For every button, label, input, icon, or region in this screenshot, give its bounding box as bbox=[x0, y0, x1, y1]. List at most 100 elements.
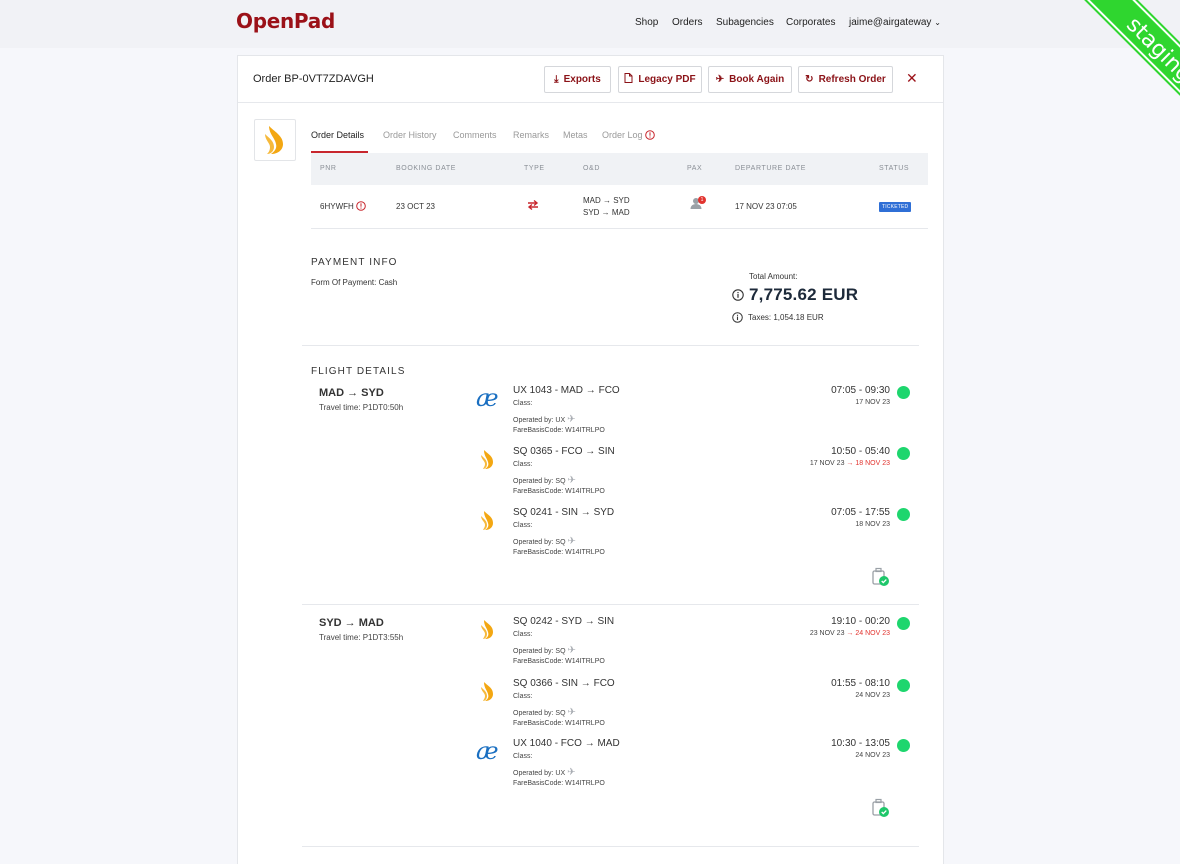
table-row[interactable]: 6HYWFH 23 OCT 23 MAD → SYD SYD → MAD 1 1… bbox=[311, 185, 928, 229]
operated-by-text: Operated by: UX bbox=[513, 417, 566, 424]
info-icon bbox=[732, 289, 744, 301]
flight-date-start: 23 NOV 23 bbox=[809, 630, 845, 637]
status-ok-icon bbox=[897, 386, 910, 399]
status-ok-icon bbox=[897, 739, 910, 752]
book-again-label: Book Again bbox=[729, 74, 785, 85]
flight-date-start: 18 NOV 23 bbox=[855, 521, 890, 528]
flight-class: Class: bbox=[513, 693, 533, 700]
flight-segment[interactable]: æ UX 1043 - MAD → FCO Class: Operated by… bbox=[476, 385, 916, 443]
flight-code: SQ 0365 - FCO → SIN bbox=[513, 446, 615, 457]
total-amount-value: 7,775.62 EUR bbox=[749, 285, 859, 304]
flight-class: Class: bbox=[513, 461, 533, 468]
th-od: O&D bbox=[583, 165, 600, 172]
flight-date: 17 NOV 23 → 18 NOV 23 bbox=[810, 460, 890, 467]
singapore-airlines-icon bbox=[265, 126, 283, 154]
tab-order-details[interactable]: Order Details bbox=[311, 130, 364, 140]
pnr-value: 6HYWFH bbox=[320, 202, 354, 211]
divider bbox=[302, 846, 919, 847]
sq-airline-icon bbox=[476, 618, 502, 642]
operated-by: Operated by: UX ✈ bbox=[513, 414, 575, 425]
fare-basis: FareBasisCode: W14ITRLPO bbox=[513, 549, 605, 556]
nav-orders[interactable]: Orders bbox=[672, 17, 703, 28]
tab-comments[interactable]: Comments bbox=[453, 130, 497, 140]
flight-segment[interactable]: SQ 0366 - SIN → FCO Class: Operated by: … bbox=[476, 678, 916, 736]
plane-icon: ✈ bbox=[567, 475, 576, 486]
departure-date-cell: 17 NOV 23 07:05 bbox=[735, 202, 797, 211]
operated-by-text: Operated by: SQ bbox=[513, 648, 566, 655]
fare-basis: FareBasisCode: W14ITRLPO bbox=[513, 427, 605, 434]
operated-by: Operated by: UX ✈ bbox=[513, 767, 575, 778]
flight-class: Class: bbox=[513, 522, 533, 529]
taxes-value: Taxes: 1,054.18 EUR bbox=[748, 313, 824, 322]
refresh-order-button[interactable]: ↻ Refresh Order bbox=[798, 66, 893, 93]
ux-airline-icon: æ bbox=[476, 384, 499, 412]
tab-order-log[interactable]: Order Log bbox=[602, 130, 655, 140]
flight-date-next: → 24 NOV 23 bbox=[846, 630, 890, 637]
order-card: Order BP-0VT7ZDAVGH ⤓ Exports Legacy PDF… bbox=[237, 55, 944, 864]
flight-segment[interactable]: æ UX 1040 - FCO → MAD Class: Operated by… bbox=[476, 738, 916, 796]
total-amount: 7,775.62 EUR bbox=[732, 285, 858, 305]
book-again-button[interactable]: ✈ Book Again bbox=[708, 66, 792, 93]
plane-icon: ✈ bbox=[567, 414, 576, 425]
order-header: Order BP-0VT7ZDAVGH ⤓ Exports Legacy PDF… bbox=[238, 56, 943, 103]
tab-metas[interactable]: Metas bbox=[563, 130, 588, 140]
baggage-check-icon[interactable] bbox=[870, 798, 890, 818]
app-logo[interactable]: OpenPad bbox=[236, 9, 335, 33]
nav-corporates[interactable]: Corporates bbox=[786, 17, 835, 28]
flight-date-start: 17 NOV 23 bbox=[855, 399, 890, 406]
status-ok-icon bbox=[897, 617, 910, 630]
od-line-1: MAD → SYD bbox=[583, 196, 630, 205]
ux-airline-icon: æ bbox=[476, 737, 499, 765]
alert-icon bbox=[645, 130, 655, 140]
fare-basis: FareBasisCode: W14ITRLPO bbox=[513, 488, 605, 495]
flight-time: 01:55 - 08:10 bbox=[831, 678, 890, 689]
booking-date-cell: 23 OCT 23 bbox=[396, 202, 435, 211]
staging-label: staging bbox=[1077, 0, 1180, 130]
plane-icon: ✈ bbox=[715, 74, 725, 85]
th-pax: PAX bbox=[687, 165, 703, 172]
th-departure-date: DEPARTURE DATE bbox=[735, 165, 807, 172]
journey-travel-time: Travel time: P1DT3:55h bbox=[319, 633, 404, 642]
th-type: TYPE bbox=[524, 165, 545, 172]
operated-by-text: Operated by: UX bbox=[513, 770, 566, 777]
flight-segment[interactable]: SQ 0241 - SIN → SYD Class: Operated by: … bbox=[476, 507, 916, 565]
flight-code: UX 1043 - MAD → FCO bbox=[513, 385, 620, 396]
legacy-pdf-label: Legacy PDF bbox=[638, 74, 696, 85]
th-status: STATUS bbox=[879, 165, 910, 172]
flight-code: SQ 0241 - SIN → SYD bbox=[513, 507, 615, 518]
refresh-label: Refresh Order bbox=[818, 74, 886, 85]
baggage-check-icon[interactable] bbox=[870, 567, 890, 587]
operated-by-text: Operated by: SQ bbox=[513, 539, 566, 546]
chevron-down-icon: ⌄ bbox=[934, 18, 941, 27]
plane-icon: ✈ bbox=[567, 707, 576, 718]
flight-date: 24 NOV 23 bbox=[855, 692, 890, 699]
flight-segment[interactable]: SQ 0365 - FCO → SIN Class: Operated by: … bbox=[476, 446, 916, 504]
fare-basis: FareBasisCode: W14ITRLPO bbox=[513, 780, 605, 787]
operated-by: Operated by: SQ ✈ bbox=[513, 475, 576, 486]
legacy-pdf-button[interactable]: Legacy PDF bbox=[618, 66, 702, 93]
nav-shop[interactable]: Shop bbox=[635, 17, 658, 28]
download-icon: ⤓ bbox=[554, 74, 559, 85]
journey-travel-time: Travel time: P1DT0:50h bbox=[319, 403, 404, 412]
journey-route: SYD → MAD bbox=[319, 617, 384, 629]
close-icon[interactable]: ✕ bbox=[906, 70, 918, 87]
top-navbar: OpenPad Shop Orders Subagencies Corporat… bbox=[0, 0, 1180, 48]
pnr-alert-icon bbox=[356, 201, 366, 211]
order-title: Order BP-0VT7ZDAVGH bbox=[253, 73, 374, 85]
round-trip-icon bbox=[526, 199, 540, 213]
user-menu[interactable]: jaime@airgateway ⌄ bbox=[849, 17, 941, 28]
operated-by: Operated by: SQ ✈ bbox=[513, 536, 576, 547]
total-amount-label: Total Amount: bbox=[749, 272, 798, 281]
flight-details-title: FLIGHT DETAILS bbox=[311, 366, 406, 377]
tab-order-log-label: Order Log bbox=[602, 130, 643, 140]
tab-remarks[interactable]: Remarks bbox=[513, 130, 549, 140]
sq-airline-icon bbox=[476, 448, 502, 472]
flight-date-next: → 18 NOV 23 bbox=[846, 460, 890, 467]
flight-segment[interactable]: SQ 0242 - SYD → SIN Class: Operated by: … bbox=[476, 616, 916, 674]
nav-subagencies[interactable]: Subagencies bbox=[716, 17, 774, 28]
flight-class: Class: bbox=[513, 400, 533, 407]
flight-date: 23 NOV 23 → 24 NOV 23 bbox=[810, 630, 890, 637]
taxes: Taxes: 1,054.18 EUR bbox=[732, 312, 824, 323]
tab-order-history[interactable]: Order History bbox=[383, 130, 437, 140]
exports-button[interactable]: ⤓ Exports bbox=[544, 66, 611, 93]
